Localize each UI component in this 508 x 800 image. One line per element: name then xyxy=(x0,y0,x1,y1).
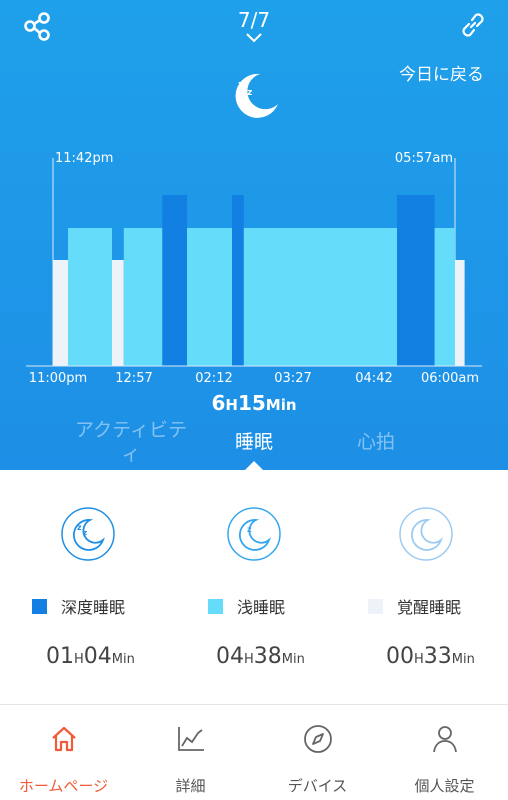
legend-label-awake: 覚醒睡眠 xyxy=(397,598,462,617)
nav-profile[interactable]: 個人設定 xyxy=(381,705,508,800)
nav-details[interactable]: 詳細 xyxy=(127,705,254,800)
tab-sleep[interactable]: 睡眠 xyxy=(215,430,293,454)
nav-details-label: 詳細 xyxy=(175,777,206,795)
duration-minutes: 15 xyxy=(237,391,266,415)
sleep-bar-light-7 xyxy=(243,228,398,366)
legend-deep: 深度睡眠 xyxy=(32,594,125,618)
x-tick-label: 03:27 xyxy=(274,371,311,386)
bottom-nav: ホームページ 詳細 デバイス 個人設定 xyxy=(0,704,508,800)
legend-light: 浅睡眠 xyxy=(208,594,285,618)
sleep-bar-awake-10 xyxy=(455,260,465,366)
x-tick-label: 04:42 xyxy=(355,371,392,386)
chart-icon xyxy=(177,727,204,751)
sleep-bar-deep-4 xyxy=(162,195,187,366)
legend-label-light: 浅睡眠 xyxy=(237,598,286,617)
sleep-stage-chart: 11:42pm 05:57am 11:00pm 12:57 02:12 03:27 04… xyxy=(26,151,482,386)
x-tick-label: 11:00pm xyxy=(29,371,87,386)
deep-sleep-icon: z z xyxy=(61,507,115,561)
svg-text:z: z xyxy=(247,88,252,98)
svg-text:z: z xyxy=(247,525,252,534)
tab-heart[interactable]: 心拍 xyxy=(336,430,416,454)
nav-home[interactable]: ホームページ xyxy=(0,705,127,800)
total-sleep-duration: 6H15Min xyxy=(0,391,508,415)
legend-swatch-awake xyxy=(368,599,383,614)
svg-text:z: z xyxy=(77,523,82,532)
light-sleep-time: 04H38Min xyxy=(216,644,305,669)
svg-text:z: z xyxy=(83,529,87,537)
x-tick-label: 12:57 xyxy=(115,371,152,386)
home-icon xyxy=(51,726,76,752)
compass-icon xyxy=(303,725,332,753)
sleep-bar-deep-8 xyxy=(397,195,435,366)
legend-swatch-deep xyxy=(32,599,47,614)
moon-zz-icon: z z xyxy=(235,73,278,118)
sleep-bar-awake-2 xyxy=(112,260,124,366)
legend-awake: 覚醒睡眠 xyxy=(368,594,461,618)
x-tick-label: 06:00am xyxy=(421,371,479,386)
sleep-bar-deep-6 xyxy=(232,195,244,366)
back-to-today-button[interactable]: 今日に戻る xyxy=(399,60,484,85)
sleep-bar-light-9 xyxy=(434,228,455,366)
legend-label-deep: 深度睡眠 xyxy=(61,598,126,617)
nav-devices-label: デバイス xyxy=(287,777,348,795)
deep-sleep-time: 01H04Min xyxy=(46,644,135,669)
chevron-down-icon[interactable] xyxy=(246,33,262,43)
awake-icon xyxy=(399,507,453,561)
nav-profile-label: 個人設定 xyxy=(414,777,475,795)
duration-minutes-unit: Min xyxy=(265,396,297,414)
sleep-bar-light-3 xyxy=(123,228,163,366)
sleep-bar-light-5 xyxy=(187,228,232,366)
sleep-end-label: 05:57am xyxy=(395,151,453,166)
date-label[interactable]: 7/7 xyxy=(0,8,508,32)
sleep-bar-light-1 xyxy=(68,228,112,366)
legend-swatch-light xyxy=(208,599,223,614)
duration-hours: 6 xyxy=(211,391,226,415)
svg-text:z: z xyxy=(238,78,244,91)
awake-time: 00H33Min xyxy=(386,644,475,669)
sleep-bar-awake-0 xyxy=(53,260,68,366)
x-tick-label: 02:12 xyxy=(195,371,232,386)
tab-activity[interactable]: アクティビティ xyxy=(70,418,192,466)
link-icon[interactable] xyxy=(458,10,488,40)
sleep-summary: z z z 深度睡眠 浅睡眠 覚醒睡眠 01H04Min 04H38Min 00… xyxy=(0,470,508,704)
duration-hours-unit: H xyxy=(225,396,238,414)
light-sleep-icon: z xyxy=(227,507,281,561)
user-icon xyxy=(432,726,457,753)
sleep-start-label: 11:42pm xyxy=(55,151,113,166)
nav-devices[interactable]: デバイス xyxy=(254,705,381,800)
nav-home-label: ホームページ xyxy=(18,777,109,795)
active-tab-pointer xyxy=(245,461,263,470)
sleep-hero: 7/7 今日に戻る z z 11:42pm 05:57am 11:00pm 12:… xyxy=(0,0,508,470)
